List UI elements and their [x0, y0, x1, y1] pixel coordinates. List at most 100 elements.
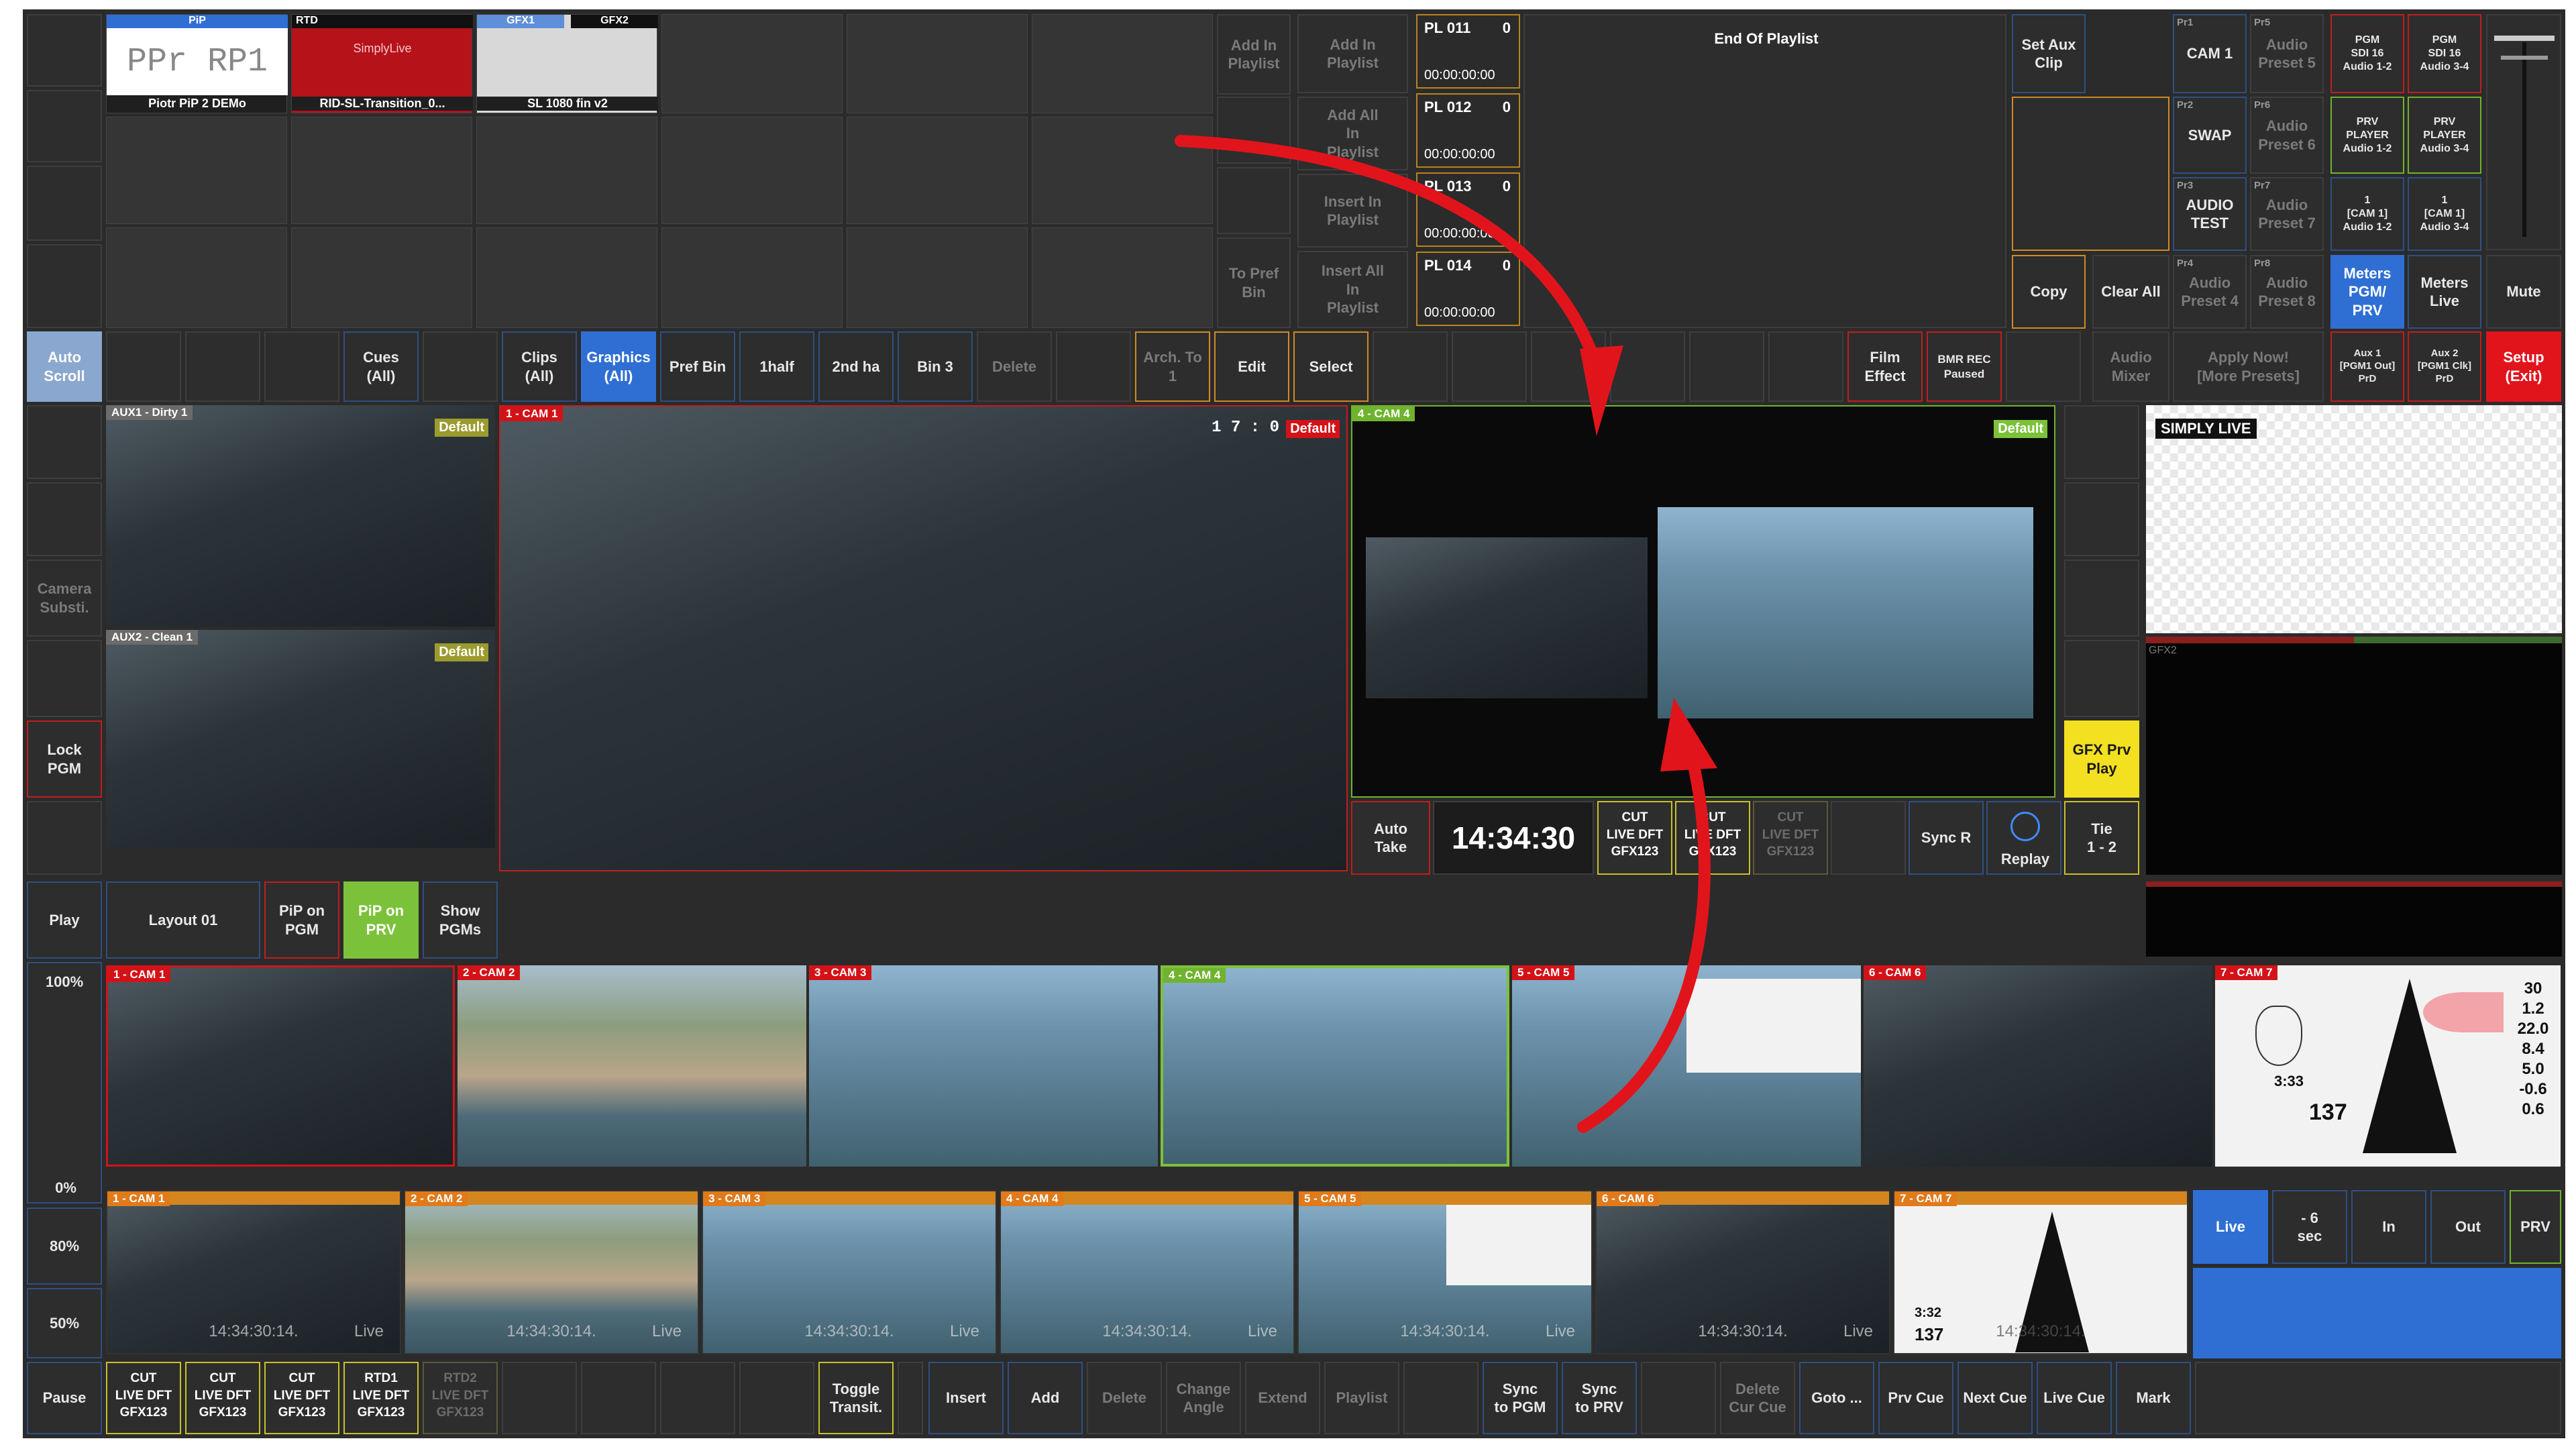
delete-bin-button[interactable]: Delete: [977, 331, 1052, 402]
change-angle-button[interactable]: Change Angle: [1166, 1362, 1241, 1434]
delete-cur-cue-button[interactable]: Delete Cur Cue: [1720, 1362, 1795, 1434]
cut-transition-1[interactable]: CUT LIVE DFT GFX123: [1597, 801, 1672, 875]
show-pgms-button[interactable]: Show PGMs: [423, 881, 498, 959]
pip-on-prv-button[interactable]: PiP on PRV: [343, 881, 419, 959]
bottom-slot[interactable]: [2195, 1362, 2561, 1434]
clips-all-button[interactable]: Clips (All): [502, 331, 577, 402]
insert-button[interactable]: Insert: [928, 1362, 1004, 1434]
preset-audio-5[interactable]: Pr5 Audio Preset 5: [2250, 14, 2324, 93]
clip-gfx[interactable]: GFX1 GFX2 SL 1080 fin v2: [476, 14, 658, 113]
left-slot[interactable]: [27, 405, 102, 479]
cam-tile-7[interactable]: 7 - CAM 7 3:33 137 30 1.2 22.0 8.4 5.0 -0.6 0.…: [2215, 965, 2561, 1167]
meters-pgm-prv-button[interactable]: Meters PGM/ PRV: [2330, 255, 2404, 329]
playlist-item[interactable]: PL 012 0 00:00:00:00: [1416, 93, 1520, 168]
play-button[interactable]: Play: [27, 881, 102, 959]
prv-cue-button[interactable]: Prv Cue: [1878, 1362, 1953, 1434]
graphics-all-button[interactable]: Graphics (All): [581, 331, 656, 402]
playlist-item[interactable]: PL 013 0 00:00:00:00: [1416, 172, 1520, 247]
clear-all-button[interactable]: Clear All: [2092, 255, 2169, 329]
extend-button[interactable]: Extend: [1245, 1362, 1320, 1434]
toolbar-slot[interactable]: [1531, 331, 1606, 402]
toolbar-slot[interactable]: [106, 331, 181, 402]
empty-slot[interactable]: [476, 117, 657, 224]
goto-button[interactable]: Goto ...: [1799, 1362, 1874, 1434]
empty-slot[interactable]: [847, 227, 1028, 328]
strip-tile-2[interactable]: 2 - CAM 2 14:34:30:14. Live: [404, 1190, 699, 1354]
bottom-slot[interactable]: [1403, 1362, 1479, 1434]
delete-button[interactable]: Delete: [1087, 1362, 1162, 1434]
jog-area[interactable]: [2193, 1268, 2561, 1358]
prv-button[interactable]: PRV: [2510, 1190, 2561, 1264]
empty-slot[interactable]: [661, 117, 843, 224]
pgm-audio-1-2-button[interactable]: PGM SDI 16 Audio 1-2: [2330, 14, 2404, 93]
cut-a-button[interactable]: CUT LIVE DFT GFX123: [106, 1362, 181, 1434]
insert-all-in-playlist-button[interactable]: Insert All In Playlist: [1297, 251, 1408, 328]
pref-bin-button[interactable]: Pref Bin: [660, 331, 735, 402]
copy-button[interactable]: Copy: [2012, 255, 2086, 329]
left-slot[interactable]: [27, 244, 102, 328]
empty-slot[interactable]: [106, 227, 287, 328]
live-cue-button[interactable]: Live Cue: [2037, 1362, 2112, 1434]
set-aux-clip-button[interactable]: Set Aux Clip: [2012, 14, 2086, 93]
bottom-slot[interactable]: [660, 1362, 735, 1434]
empty-slot[interactable]: [1032, 14, 1213, 113]
bottom-slot[interactable]: [898, 1362, 923, 1434]
clip-rtd[interactable]: RTD SimplyLive RID-SL-Transition_0...: [291, 14, 473, 113]
cues-all-button[interactable]: Cues (All): [343, 331, 419, 402]
cam-tile-5[interactable]: 5 - CAM 5: [1512, 965, 1861, 1167]
empty-slot[interactable]: [847, 14, 1028, 113]
archive-to-1-button[interactable]: Arch. To 1: [1135, 331, 1210, 402]
meters-live-button[interactable]: Meters Live: [2408, 255, 2481, 329]
toolbar-slot[interactable]: [1056, 331, 1131, 402]
minus-6-sec-button[interactable]: - 6 sec: [2272, 1190, 2347, 1264]
bin-1half-button[interactable]: 1half: [739, 331, 814, 402]
bottom-slot[interactable]: [739, 1362, 814, 1434]
apply-now-button[interactable]: Apply Now! [More Presets]: [2173, 331, 2324, 402]
empty-slot[interactable]: [847, 117, 1028, 224]
add-in-playlist-button-2[interactable]: Add In Playlist: [1297, 14, 1408, 93]
toggle-transition-button[interactable]: Toggle Transit.: [818, 1362, 894, 1434]
out-button[interactable]: Out: [2430, 1190, 2506, 1264]
speed-slider[interactable]: 100% 0%: [27, 962, 102, 1203]
left-slot[interactable]: [27, 90, 102, 162]
toolbar-slot[interactable]: [1373, 331, 1448, 402]
pgm-audio-3-4-button[interactable]: PGM SDI 16 Audio 3-4: [2408, 14, 2481, 93]
left-slot[interactable]: [27, 166, 102, 241]
layout-01-button[interactable]: Layout 01: [106, 881, 260, 959]
sync-to-pgm-button[interactable]: Sync to PGM: [1483, 1362, 1558, 1434]
mute-button[interactable]: Mute: [2486, 255, 2561, 329]
add-all-in-playlist-button[interactable]: Add All In Playlist: [1297, 97, 1408, 170]
tie-button[interactable]: Tie 1 - 2: [2064, 801, 2139, 875]
bin-3-button[interactable]: Bin 3: [898, 331, 973, 402]
cam-tile-1[interactable]: 1 - CAM 1: [106, 965, 455, 1167]
select-button[interactable]: Select: [1293, 331, 1368, 402]
toolbar-slot[interactable]: [2006, 331, 2081, 402]
transport-slot[interactable]: [1831, 801, 1906, 875]
left-slot[interactable]: [27, 482, 102, 556]
pip-on-pgm-button[interactable]: PiP on PGM: [264, 881, 339, 959]
auto-take-button[interactable]: Auto Take: [1351, 801, 1430, 875]
toolbar-slot[interactable]: [264, 331, 339, 402]
mark-button[interactable]: Mark: [2116, 1362, 2191, 1434]
left-slot[interactable]: [27, 801, 102, 875]
bottom-slot[interactable]: [502, 1362, 577, 1434]
cut-transition-3[interactable]: CUT LIVE DFT GFX123: [1753, 801, 1828, 875]
bottom-slot[interactable]: [1641, 1362, 1716, 1434]
cut-b-button[interactable]: CUT LIVE DFT GFX123: [185, 1362, 260, 1434]
speed-50-button[interactable]: 50%: [27, 1288, 102, 1358]
bottom-slot[interactable]: [581, 1362, 656, 1434]
toolbar-slot[interactable]: [185, 331, 260, 402]
preset-audio-7[interactable]: Pr7 Audio Preset 7: [2250, 177, 2324, 251]
toolbar-slot[interactable]: [1610, 331, 1685, 402]
camera-substitution-button[interactable]: Camera Substi.: [27, 559, 102, 637]
cam-tile-3[interactable]: 3 - CAM 3: [809, 965, 1158, 1167]
side-slot[interactable]: [2064, 559, 2139, 637]
side-slot[interactable]: [2064, 405, 2139, 479]
preset-swap[interactable]: Pr2 SWAP: [2173, 97, 2247, 174]
audio-mixer-button[interactable]: Audio Mixer: [2092, 331, 2169, 402]
insert-in-playlist-button[interactable]: Insert In Playlist: [1297, 174, 1408, 248]
toolbar-slot[interactable]: [1768, 331, 1843, 402]
strip-tile-6[interactable]: 6 - CAM 6 14:34:30:14. Live: [1595, 1190, 1890, 1354]
playlist-button[interactable]: Playlist: [1324, 1362, 1399, 1434]
toolbar-slot[interactable]: [1452, 331, 1527, 402]
